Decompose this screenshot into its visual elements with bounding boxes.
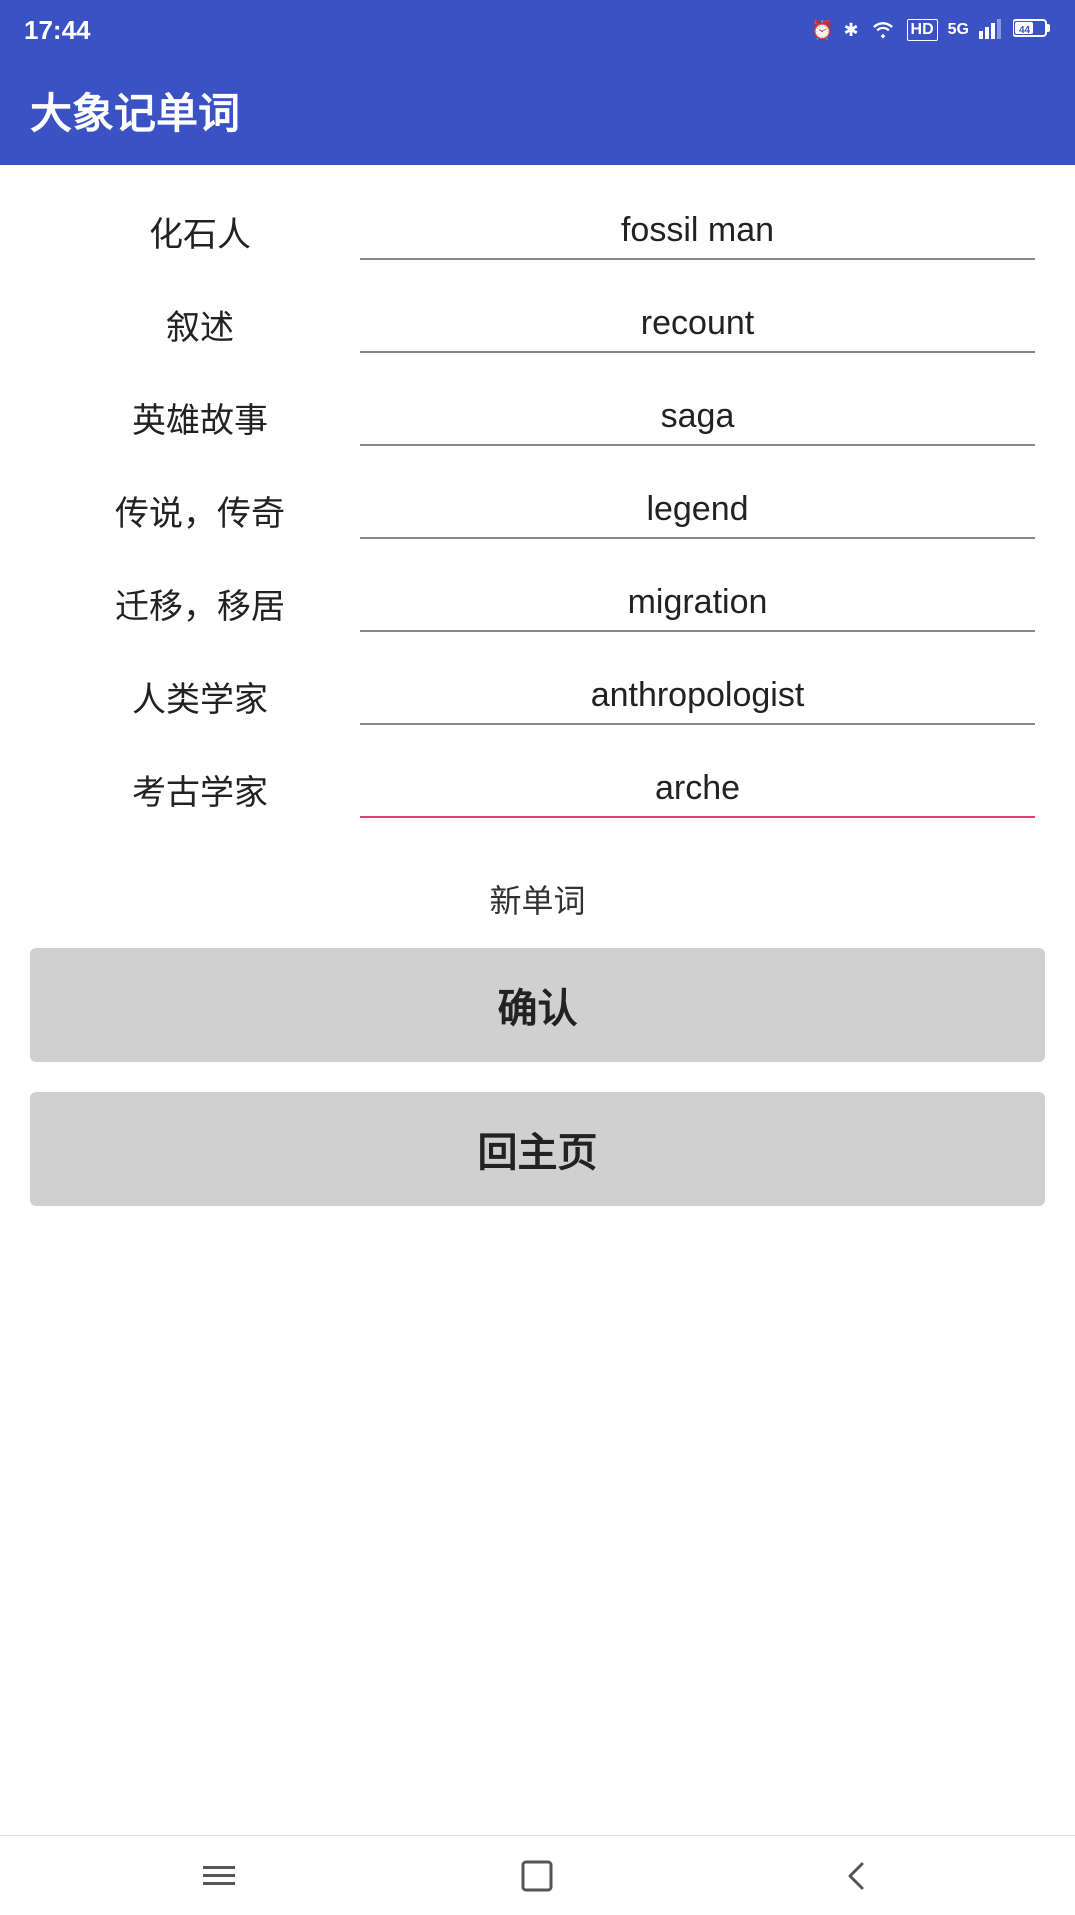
status-time: 17:44 [24,15,91,46]
vocab-chinese-4: 迁移，移居 [40,579,360,628]
wifi-icon [869,17,897,44]
status-icons: ⏰ ✱ HD 5G [811,17,1051,44]
vocab-input-wrapper-4 [360,575,1035,632]
home-nav-button[interactable] [515,1854,559,1898]
home-button[interactable]: 回主页 [30,1092,1045,1206]
hd-icon: HD [907,19,938,41]
vocab-chinese-5: 人类学家 [40,672,360,721]
vocab-list: 化石人叙述英雄故事传说，传奇迁移，移居人类学家考古学家 [30,185,1045,836]
vocab-input-wrapper-3 [360,482,1035,539]
vocab-input-2[interactable] [360,389,1035,446]
vocab-input-wrapper-0 [360,203,1035,260]
new-word-section: 新单词 确认 回主页 [30,876,1045,1206]
app-title: 大象记单词 [30,90,240,137]
vocab-input-wrapper-2 [360,389,1035,446]
vocab-chinese-0: 化石人 [40,207,360,256]
vocab-row: 考古学家 [30,743,1045,836]
buttons-section: 确认 回主页 [30,948,1045,1206]
vocab-input-1[interactable] [360,296,1035,353]
vocab-input-wrapper-6 [360,761,1035,818]
vocab-chinese-3: 传说，传奇 [40,486,360,535]
vocab-row: 人类学家 [30,650,1045,743]
back-nav-button[interactable] [834,1854,878,1898]
vocab-input-wrapper-1 [360,296,1035,353]
vocab-input-3[interactable] [360,482,1035,539]
app-header: 大象记单词 [0,60,1075,165]
vocab-chinese-1: 叙述 [40,300,360,349]
vocab-row: 化石人 [30,185,1045,278]
signal-icon [979,17,1003,44]
nav-bar [0,1835,1075,1915]
vocab-row: 传说，传奇 [30,464,1045,557]
vocab-chinese-6: 考古学家 [40,765,360,814]
vocab-input-wrapper-5 [360,668,1035,725]
vocab-row: 叙述 [30,278,1045,371]
battery-icon: 44 [1013,18,1051,43]
vocab-input-5[interactable] [360,668,1035,725]
vocab-input-0[interactable] [360,203,1035,260]
status-bar: 17:44 ⏰ ✱ HD 5G [0,0,1075,60]
vocab-chinese-2: 英雄故事 [40,393,360,442]
main-content: 化石人叙述英雄故事传说，传奇迁移，移居人类学家考古学家 新单词 确认 回主页 [0,165,1075,1915]
vocab-row: 迁移，移居 [30,557,1045,650]
confirm-button[interactable]: 确认 [30,948,1045,1062]
bluetooth-icon: ✱ [843,20,858,41]
vocab-input-6[interactable] [360,761,1035,818]
vocab-input-4[interactable] [360,575,1035,632]
vocab-row: 英雄故事 [30,371,1045,464]
5g-icon: 5G [948,21,969,39]
new-word-label: 新单词 [489,876,585,922]
menu-nav-button[interactable] [197,1854,241,1898]
svg-text:44: 44 [1019,25,1031,36]
alarm-icon: ⏰ [811,20,833,41]
